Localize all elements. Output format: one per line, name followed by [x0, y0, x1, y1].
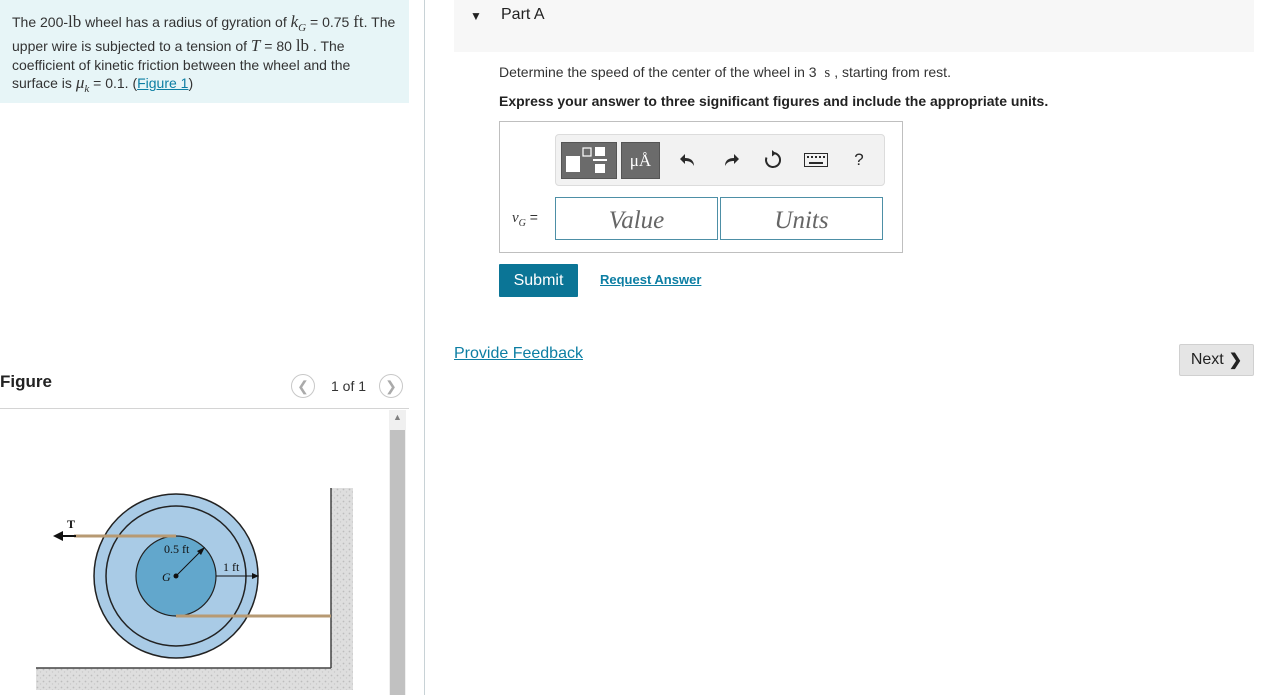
- question-part: , starting from rest.: [834, 64, 951, 80]
- outer-radius-label: 1 ft: [223, 560, 240, 574]
- problem-text: ): [188, 75, 194, 92]
- next-label: Next: [1190, 351, 1224, 368]
- wall: [331, 488, 353, 688]
- provide-feedback-link[interactable]: Provide Feedback: [454, 345, 583, 363]
- wheel-figure: T 0.5 ft 1 ft G: [36, 488, 353, 690]
- keyboard-icon[interactable]: [803, 147, 829, 173]
- velocity-subscript: G: [518, 217, 526, 229]
- floor: [36, 668, 353, 690]
- lb-unit: lb: [295, 36, 310, 56]
- undo-icon[interactable]: [676, 147, 700, 173]
- collapse-caret-icon[interactable]: ▼: [470, 9, 482, 23]
- figure-scrollbar[interactable]: ▲: [389, 410, 406, 695]
- next-button[interactable]: Next ❯: [1179, 344, 1254, 376]
- problem-text: = 0.75: [306, 14, 354, 30]
- center-label: G: [162, 570, 171, 584]
- value-input[interactable]: [555, 197, 718, 240]
- help-icon[interactable]: ?: [847, 147, 871, 173]
- problem-text: = 0.1. (: [89, 75, 138, 92]
- question-part: Determine the speed of the center of the…: [499, 64, 821, 80]
- problem-text: = 80: [260, 38, 296, 55]
- problem-text: The 200-: [12, 14, 69, 30]
- answer-variable-label: vG =: [512, 209, 538, 229]
- figure-count: 1 of 1: [331, 378, 367, 394]
- weight-unit: lb: [68, 12, 82, 31]
- chevron-right-icon: ❯: [385, 377, 397, 394]
- redo-icon[interactable]: [719, 147, 743, 173]
- chevron-left-icon: ❮: [297, 377, 309, 394]
- undo-glyph: [680, 154, 694, 166]
- reset-icon[interactable]: [761, 147, 785, 173]
- tension-label: T: [67, 517, 75, 531]
- scroll-thumb[interactable]: [390, 430, 405, 695]
- figure-prev-button[interactable]: ❮: [291, 374, 315, 398]
- seconds-unit: s: [824, 65, 831, 81]
- request-answer-link[interactable]: Request Answer: [600, 272, 701, 287]
- t-symbol: T: [250, 36, 261, 56]
- figure-divider: [0, 408, 409, 409]
- redo-glyph: [725, 154, 739, 166]
- equals-sign: =: [525, 209, 538, 225]
- keyboard-glyph: [804, 153, 828, 167]
- inner-radius-label: 0.5 ft: [164, 542, 190, 556]
- templates-button[interactable]: [561, 142, 617, 179]
- submit-button[interactable]: Submit: [499, 264, 578, 297]
- tension-arrow-head: [53, 531, 63, 541]
- figure-next-button[interactable]: ❯: [379, 374, 404, 398]
- velocity-symbol: v: [512, 210, 519, 226]
- chevron-right-icon: ❯: [1228, 352, 1243, 369]
- problem-statement: The 200-lb wheel has a radius of gyratio…: [0, 0, 409, 103]
- ft-unit: ft: [353, 12, 364, 31]
- templates-icon: [566, 147, 607, 173]
- answer-instruction: Express your answer to three significant…: [499, 93, 1049, 109]
- figure-pager: ❮ 1 of 1 ❯: [291, 373, 404, 399]
- k-subscript: G: [298, 21, 307, 34]
- figure-heading: Figure: [0, 372, 52, 391]
- figure-link[interactable]: Figure 1: [137, 75, 188, 91]
- units-input[interactable]: [720, 197, 883, 240]
- problem-text: wheel has a radius of gyration of: [81, 14, 291, 30]
- pane-divider[interactable]: [424, 0, 425, 695]
- question-text: Determine the speed of the center of the…: [499, 64, 951, 82]
- reset-glyph: [765, 150, 782, 168]
- scroll-up-arrow-icon[interactable]: ▲: [389, 412, 406, 426]
- center-point: [173, 573, 179, 579]
- part-title: Part A: [501, 6, 545, 23]
- units-symbols-button[interactable]: μÅ: [621, 142, 660, 179]
- part-header[interactable]: [454, 0, 1254, 52]
